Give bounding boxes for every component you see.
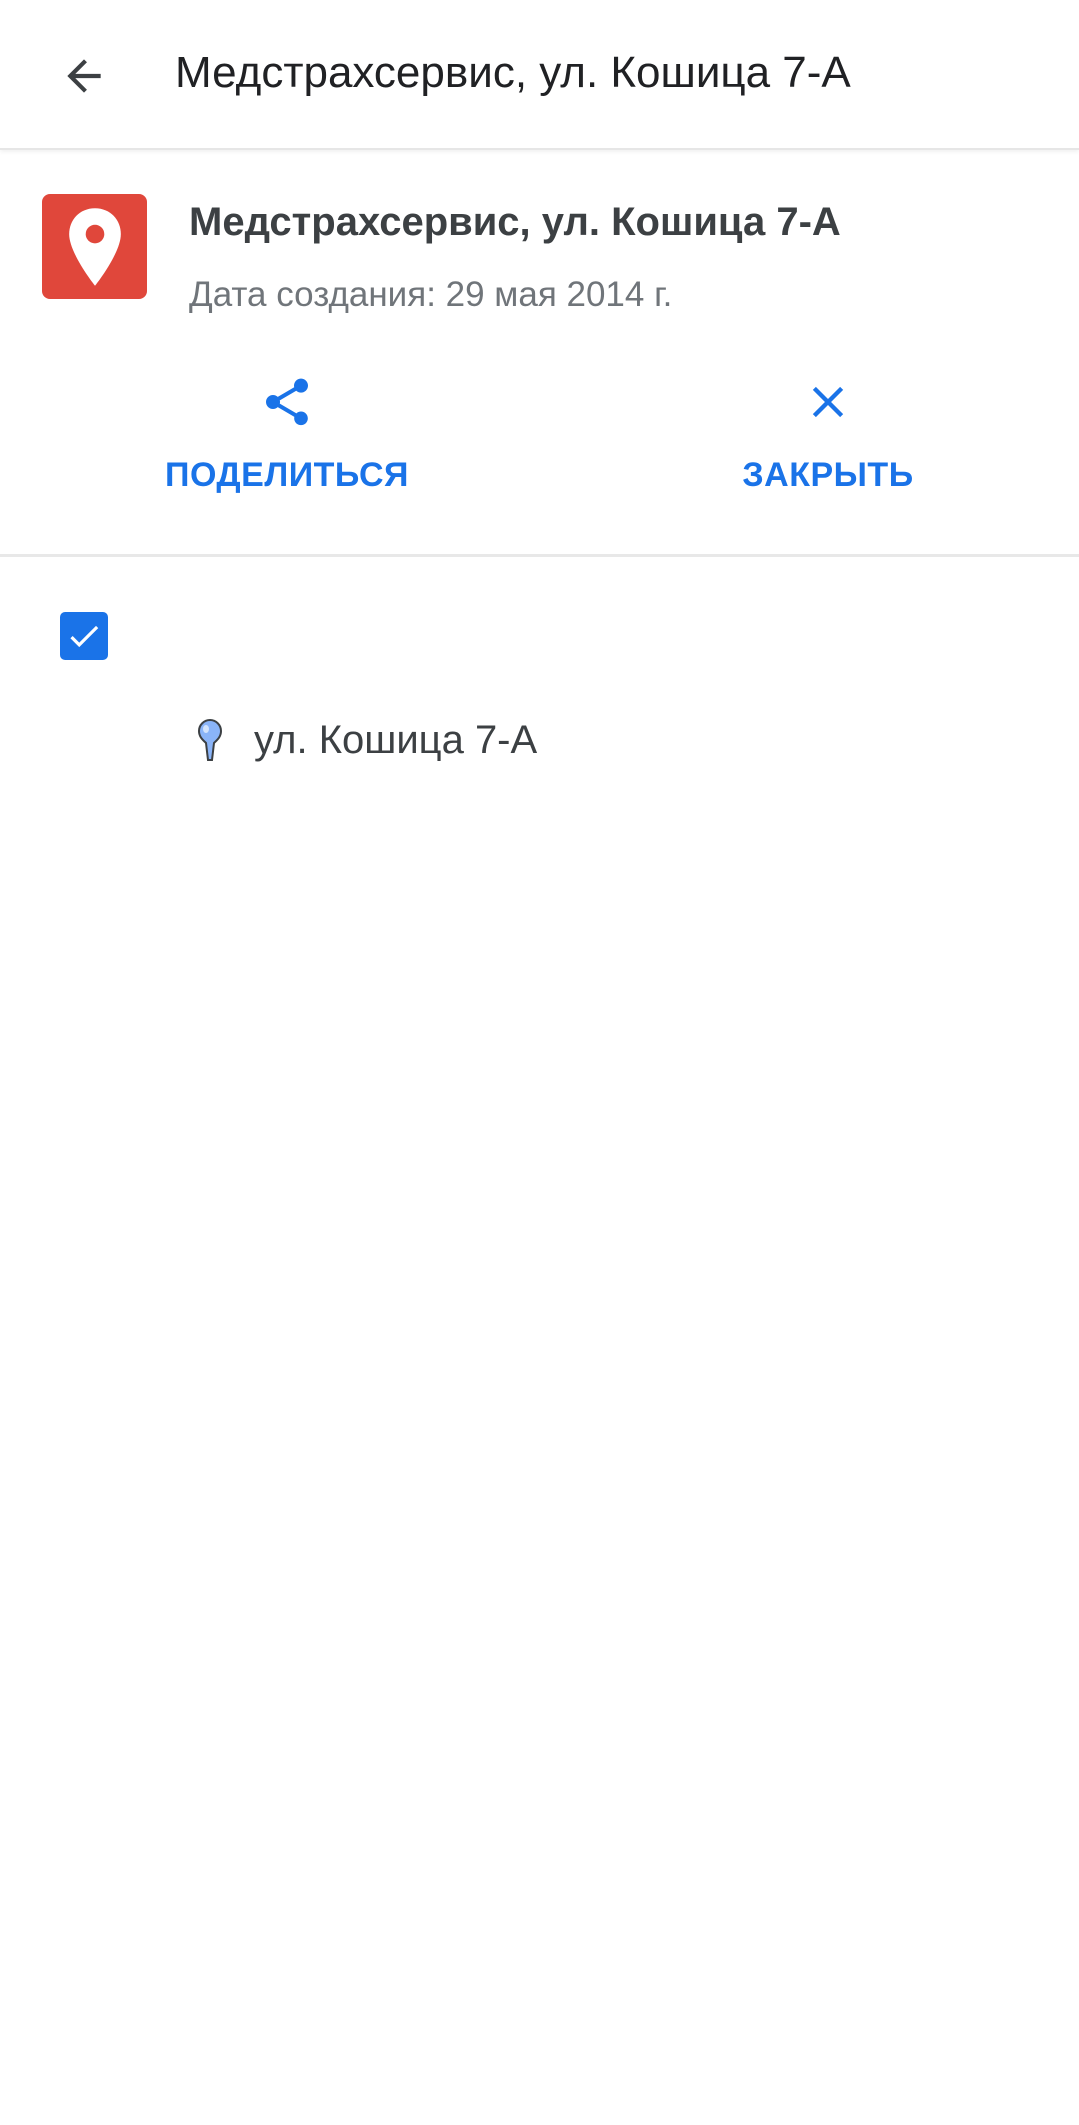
checkmark-icon [70,625,99,648]
layer-checkbox[interactable] [60,612,108,660]
share-icon [266,378,308,426]
share-button[interactable]: ПОДЕЛИТЬСЯ [127,372,447,522]
arrow-back-icon [67,59,101,93]
share-label: ПОДЕЛИТЬСЯ [165,456,409,494]
blue-pushpin-icon [197,718,223,761]
map-pin-icon [68,207,121,286]
page-title: Медстрахсервис, ул. Кошица 7-А [175,48,851,97]
close-label: ЗАКРЫТЬ [742,456,914,494]
list-item[interactable]: ул. Кошица 7-А [190,710,537,770]
back-button[interactable] [44,36,124,116]
map-logo [42,194,147,299]
map-created-date: Дата создания: 29 мая 2014 г. [189,275,673,314]
close-button[interactable]: ЗАКРЫТЬ [668,372,988,522]
close-icon [812,386,844,418]
app-bar: Медстрахсервис, ул. Кошица 7-А [0,0,1079,150]
place-label: ул. Кошица 7-А [254,717,538,762]
map-header: Медстрахсервис, ул. Кошица 7-А Дата созд… [0,152,1079,557]
map-name: Медстрахсервис, ул. Кошица 7-А [189,200,841,244]
